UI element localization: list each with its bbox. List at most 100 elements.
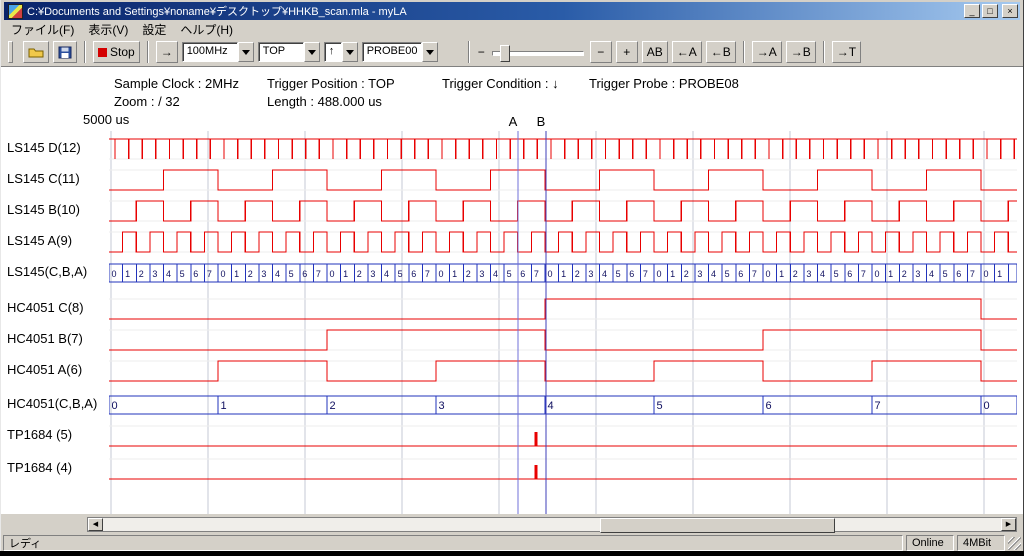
scrollbar-thumb[interactable] xyxy=(600,518,835,533)
zoom-slider[interactable] xyxy=(492,43,584,61)
window-title: C:¥Documents and Settings¥noname¥デスクトップ¥… xyxy=(27,3,962,19)
menu-help[interactable]: ヘルプ(H) xyxy=(173,20,240,39)
ab-range-button[interactable]: AB xyxy=(642,41,668,63)
trigger-edge-dropdown-button[interactable] xyxy=(342,42,358,62)
stop-button[interactable]: Stop xyxy=(93,41,140,63)
chevron-down-icon xyxy=(346,50,354,55)
bus-value: 1 xyxy=(125,269,130,279)
sample-clock-dropdown-button[interactable] xyxy=(238,42,254,62)
bus-value: 0 xyxy=(112,269,117,279)
scrollbar-zone: ◀ ▶ xyxy=(1,514,1023,534)
bus-value: 0 xyxy=(984,400,990,412)
menu-view[interactable]: 表示(V) xyxy=(81,20,135,39)
bus-value: 7 xyxy=(207,269,212,279)
move-cursor-b-button[interactable]: →B xyxy=(786,41,816,63)
bus-value: 3 xyxy=(439,400,445,412)
trigger-probe-combo[interactable]: PROBE00 xyxy=(362,42,438,62)
wave-strobe xyxy=(109,139,1017,159)
bus-value: 4 xyxy=(602,269,607,279)
toolbar-separator xyxy=(823,41,825,63)
bus-value: 2 xyxy=(684,269,689,279)
zoom-slider-handle[interactable] xyxy=(500,45,510,62)
bus-value: 3 xyxy=(370,269,375,279)
bus-value: 3 xyxy=(697,269,702,279)
bus-value: 6 xyxy=(302,269,307,279)
bus-frame xyxy=(109,396,1017,414)
open-folder-icon xyxy=(28,46,44,59)
save-floppy-icon xyxy=(58,46,72,59)
bus-value: 0 xyxy=(548,269,553,279)
cursor-a-label[interactable]: A xyxy=(507,114,519,129)
status-ready: レディ xyxy=(3,535,903,551)
length-info: Length : 488.000 us xyxy=(267,94,382,109)
menu-settings[interactable]: 設定 xyxy=(135,20,173,39)
bus-value: 4 xyxy=(493,269,498,279)
bus-value: 5 xyxy=(943,269,948,279)
channel-label: LS145 B(10) xyxy=(7,202,80,217)
bus-value: 2 xyxy=(793,269,798,279)
bus-value: 1 xyxy=(234,269,239,279)
app-icon xyxy=(8,4,23,19)
bus-value: 3 xyxy=(261,269,266,279)
horizontal-scrollbar[interactable]: ◀ ▶ xyxy=(87,517,1017,532)
bus-value: 1 xyxy=(670,269,675,279)
bus-value: 5 xyxy=(657,400,663,412)
bus-value: 5 xyxy=(289,269,294,279)
minimize-button[interactable]: _ xyxy=(964,4,980,18)
toolbar-separator xyxy=(468,41,470,63)
menu-bar: ファイル(F) 表示(V) 設定 ヘルプ(H) xyxy=(4,21,1020,38)
trigger-probe-dropdown-button[interactable] xyxy=(422,42,438,62)
channel-label: HC4051(C,B,A) xyxy=(7,396,97,411)
trigger-edge-combo[interactable]: ↑ xyxy=(324,42,358,62)
bus-value: 6 xyxy=(738,269,743,279)
bus-value: 1 xyxy=(779,269,784,279)
save-button[interactable] xyxy=(53,41,77,63)
zoom-in-button[interactable]: + xyxy=(616,41,638,63)
scroll-left-button[interactable]: ◀ xyxy=(88,518,103,531)
menu-file[interactable]: ファイル(F) xyxy=(4,20,81,39)
sample-clock-combo[interactable]: 100MHz xyxy=(182,42,254,62)
bus-value: 3 xyxy=(806,269,811,279)
trigger-position-combo[interactable]: TOP xyxy=(258,42,320,62)
bus-value: 7 xyxy=(970,269,975,279)
bus-value: 2 xyxy=(357,269,362,279)
wave-square xyxy=(109,330,1017,350)
title-bar[interactable]: C:¥Documents and Settings¥noname¥デスクトップ¥… xyxy=(4,2,1020,20)
toolbar-grip[interactable] xyxy=(8,41,13,63)
status-memory: 4MBit xyxy=(957,535,1005,551)
cursor-b-label[interactable]: B xyxy=(535,114,547,129)
bus-value: 0 xyxy=(875,269,880,279)
goto-trigger-button[interactable]: →T xyxy=(832,41,861,63)
wave-square xyxy=(109,299,1017,319)
sample-clock-value: 100MHz xyxy=(182,42,238,62)
zoom-out-button[interactable]: − xyxy=(590,41,612,63)
move-cursor-a-button[interactable]: →A xyxy=(752,41,782,63)
chevron-down-icon xyxy=(242,50,250,55)
trigger-position-dropdown-button[interactable] xyxy=(304,42,320,62)
bus-value: 3 xyxy=(479,269,484,279)
maximize-button[interactable]: □ xyxy=(982,4,998,18)
channel-label: LS145(C,B,A) xyxy=(7,264,87,279)
bus-value: 4 xyxy=(275,269,280,279)
bus-value: 4 xyxy=(929,269,934,279)
toolbar-separator xyxy=(147,41,149,63)
trigger-condition-info: Trigger Condition : ↓ xyxy=(442,76,559,91)
toolbar: Stop → 100MHz TOP ↑ PROBE00 − − + AB ←A xyxy=(4,38,1020,67)
scroll-right-button[interactable]: ▶ xyxy=(1001,518,1016,531)
open-button[interactable] xyxy=(23,41,49,63)
sample-clock-info: Sample Clock : 2MHz xyxy=(114,76,239,91)
bus-value: 0 xyxy=(112,400,118,412)
bus-value: 1 xyxy=(561,269,566,279)
zoom-info: Zoom : / 32 xyxy=(114,94,180,109)
waveform-plot[interactable]: 0123456701234567012345670123456701234567… xyxy=(109,131,1017,515)
channel-label: HC4051 A(6) xyxy=(7,362,82,377)
wave-square xyxy=(109,201,1017,221)
run-step-button[interactable]: → xyxy=(156,41,178,63)
goto-cursor-b-button[interactable]: ←B xyxy=(706,41,736,63)
close-button[interactable]: × xyxy=(1002,4,1018,18)
bus-value: 7 xyxy=(534,269,539,279)
goto-cursor-a-button[interactable]: ←A xyxy=(672,41,702,63)
resize-grip[interactable] xyxy=(1008,537,1021,550)
chevron-down-icon xyxy=(308,50,316,55)
bus-value: 1 xyxy=(997,269,1002,279)
